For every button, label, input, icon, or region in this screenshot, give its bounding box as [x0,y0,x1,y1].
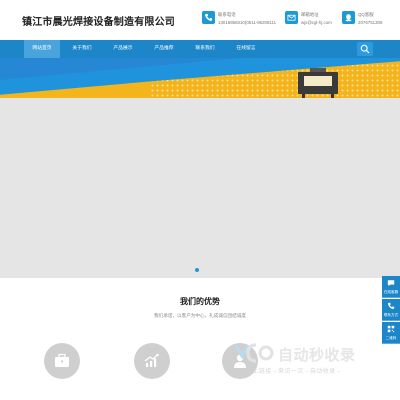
float-qrcode[interactable]: 二维码 [382,322,400,344]
welding-machine-image [298,68,338,98]
watermark-tagline: →上链接→来访一次→自动收录→ [246,368,342,375]
slider-dot-active[interactable] [195,268,199,272]
contact-qq: QQ客服 2076751305 [342,11,397,31]
nav-item-recommended[interactable]: 产品推荐 [146,40,182,58]
qq-value[interactable]: 2076751305 [358,20,382,25]
nav-item-products[interactable]: 产品展示 [105,40,141,58]
chat-icon [387,280,395,287]
slide-placeholder [0,98,400,278]
phone-icon [202,11,215,24]
float-online-service[interactable]: 在线客服 [382,276,400,298]
company-name: 镇江市晨光焊接设备制造有限公司 [22,17,175,28]
phone-value: 13016858310(0511-86208111 [218,20,277,25]
float-qrcode-label: 二维码 [385,336,397,340]
advantage-growth [134,343,170,379]
nav-item-home[interactable]: 网站首页 [24,40,60,58]
site-header: 镇江市晨光焊接设备制造有限公司 联系电话 13016858310(0511-86… [0,0,400,40]
nav-item-contact[interactable]: 联系我们 [187,40,223,58]
advantages-title: 我们的优势 [180,297,220,306]
phone-icon [387,302,395,309]
contact-phone: 联系电话 13016858310(0511-86208111 [202,11,282,31]
chart-growth-icon [144,353,159,367]
briefcase-icon [55,353,69,367]
watermark: 自动秒收录 →上链接→来访一次→自动收录→ [232,342,392,378]
contact-email: 邮箱地址 wjx@cgl-hj.com [285,11,340,31]
email-label: 邮箱地址 [301,12,319,17]
phone-label: 联系电话 [218,12,236,17]
qq-label: QQ客服 [358,12,374,17]
advantages-subtitle: 我们承诺，以客户为中心，礼成诚信团结诚度 [154,313,246,318]
nav-item-about[interactable]: 关于我们 [64,40,100,58]
float-contact-label: 联系方式 [383,313,399,317]
qq-icon [342,11,355,24]
email-value[interactable]: wjx@cgl-hj.com [301,20,332,25]
nav-item-message[interactable]: 在线留言 [228,40,264,58]
hero-banner[interactable] [0,58,400,98]
email-icon [285,11,298,24]
search-icon [360,44,370,54]
search-button[interactable] [357,42,373,56]
watermark-title: 自动秒收录 [278,347,356,364]
main-nav: 网站首页 关于我们 产品展示 产品推荐 联系我们 在线留言 [0,40,400,58]
qrcode-icon [387,325,395,333]
float-online-service-label: 在线客服 [383,290,399,294]
watermark-logo-icon [234,343,274,363]
float-contact[interactable]: 联系方式 [382,299,400,321]
advantage-briefcase [44,343,80,379]
